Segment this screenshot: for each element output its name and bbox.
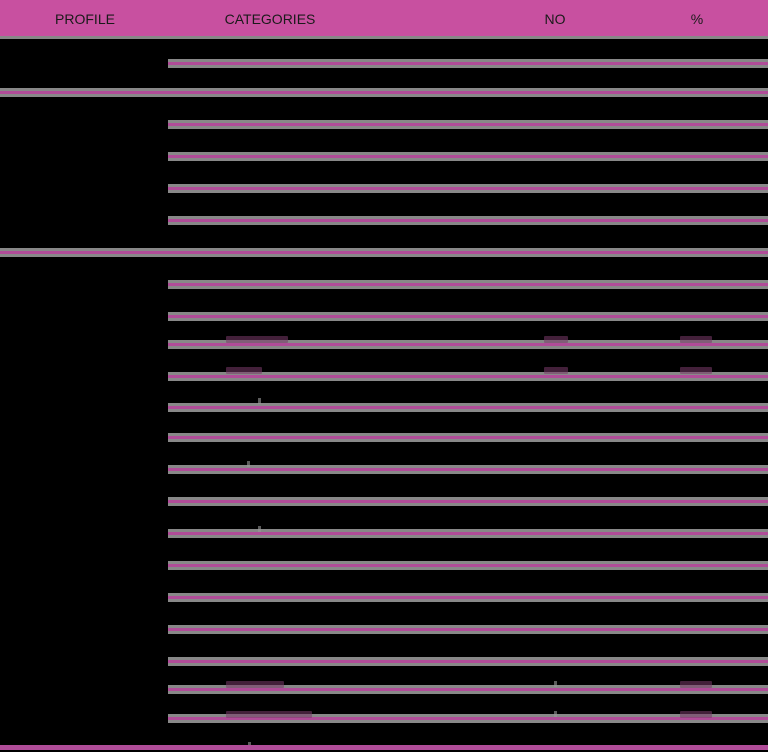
- group-divider: [0, 248, 768, 257]
- header-underline: [0, 36, 768, 39]
- hidden-cell-text: [680, 681, 712, 688]
- row-divider: [168, 657, 768, 666]
- hidden-cell-text: [226, 711, 312, 718]
- row-divider: [168, 433, 768, 442]
- hidden-cell-text: [680, 367, 712, 374]
- hidden-cell-mark: [554, 711, 557, 717]
- row-divider: [168, 216, 768, 225]
- hidden-cell-text: [226, 681, 284, 688]
- hidden-cell-mark: [258, 398, 261, 404]
- header-profile: PROFILE: [55, 11, 115, 27]
- group-divider: [0, 88, 768, 97]
- row-divider: [168, 465, 768, 474]
- table-bottom-border: [0, 745, 768, 750]
- hidden-cell-text: [226, 336, 288, 343]
- header-percent: %: [690, 11, 704, 27]
- hidden-cell-mark: [258, 526, 261, 532]
- row-divider: [168, 184, 768, 193]
- hidden-cell-text: [680, 336, 712, 343]
- header-no: NO: [544, 11, 566, 27]
- row-divider: [168, 120, 768, 129]
- row-divider: [168, 280, 768, 289]
- hidden-cell-text: [680, 711, 712, 718]
- hidden-cell-text: [544, 367, 568, 374]
- row-divider: [168, 593, 768, 602]
- table-header: PROFILE CATEGORIES NO %: [0, 0, 768, 36]
- row-divider: [168, 59, 768, 68]
- hidden-cell-text: [544, 336, 568, 343]
- hidden-cell-mark: [247, 461, 250, 467]
- row-divider: [168, 497, 768, 506]
- row-divider: [168, 561, 768, 570]
- row-divider: [168, 625, 768, 634]
- hidden-cell-text: [226, 367, 262, 374]
- row-divider: [168, 152, 768, 161]
- header-categories: CATEGORIES: [224, 11, 316, 27]
- row-divider: [168, 312, 768, 321]
- hidden-cell-mark: [554, 681, 557, 687]
